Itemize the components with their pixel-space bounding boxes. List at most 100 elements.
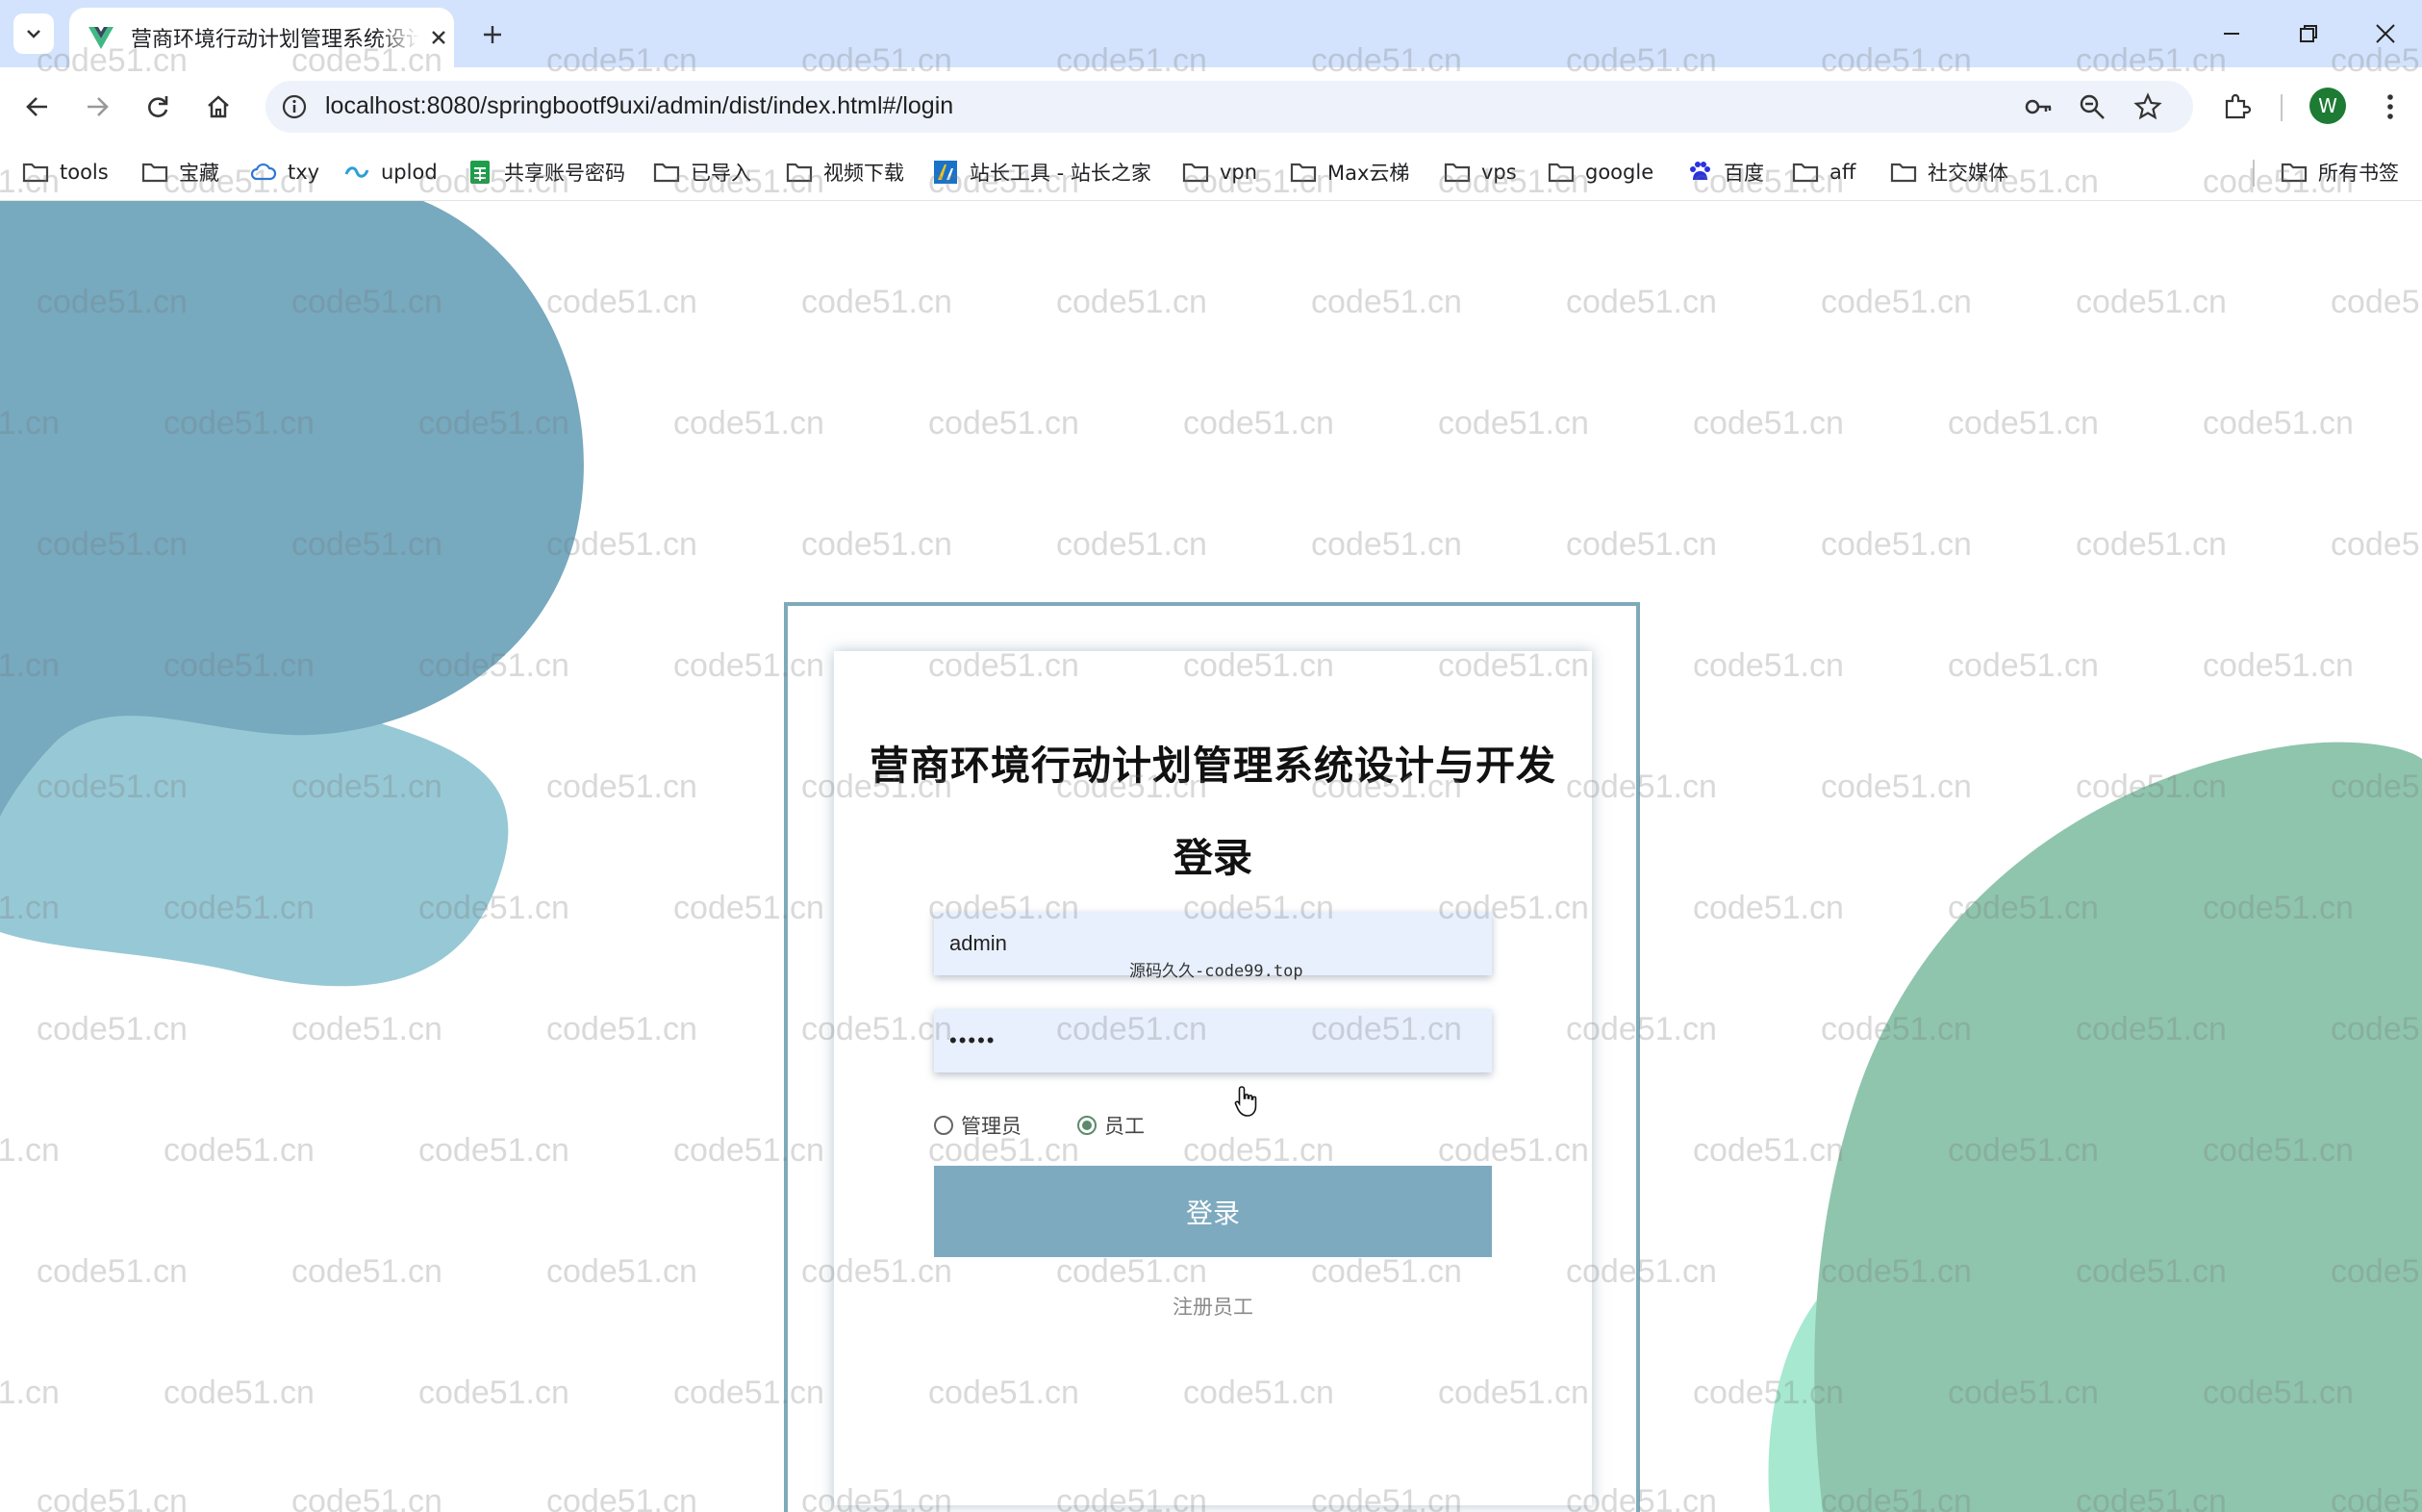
folder-icon <box>1547 158 1576 187</box>
password-input[interactable] <box>934 1009 1492 1072</box>
radio-employee-label[interactable]: 员工 <box>1104 1111 1145 1140</box>
bookmark-label: 社交媒体 <box>1928 162 2008 185</box>
close-window-button[interactable] <box>2357 12 2414 56</box>
key-icon[interactable] <box>2022 90 2055 123</box>
folder-icon <box>1181 158 1210 187</box>
minimize-button[interactable] <box>2203 12 2260 56</box>
bookmark-label: 视频下载 <box>823 162 904 185</box>
site-icon <box>931 158 960 187</box>
folder-icon <box>785 158 814 187</box>
restore-button[interactable] <box>2280 12 2337 56</box>
baidu-icon <box>1685 158 1714 187</box>
arrow-left-icon <box>26 97 47 116</box>
menu-kebab-icon[interactable] <box>2368 85 2412 129</box>
login-page: 营商环境行动计划管理系统设计与开发 登录 源码久久-code99.top 管理员… <box>0 201 2422 1512</box>
close-icon <box>432 31 445 44</box>
folder-icon <box>140 158 169 187</box>
bookmark-max[interactable]: Max云梯 <box>1289 156 1409 189</box>
bookmark-label: uplod <box>381 161 438 184</box>
bookmark-label: google <box>1585 161 1654 184</box>
tab-close-button[interactable] <box>423 22 454 53</box>
plus-icon <box>484 26 501 43</box>
bookmark-baozang[interactable]: 宝藏 <box>140 156 219 189</box>
folder-icon <box>21 158 50 187</box>
arrow-right-icon <box>88 97 109 116</box>
home-button[interactable] <box>196 85 240 129</box>
star-icon[interactable] <box>2132 90 2164 123</box>
folder-icon <box>1443 158 1472 187</box>
bookmark-txy[interactable]: txy <box>249 156 319 189</box>
profile-avatar[interactable]: W <box>2309 88 2346 124</box>
bookmark-label: 共享账号密码 <box>504 162 625 185</box>
radio-admin-label[interactable]: 管理员 <box>961 1111 1022 1140</box>
bookmark-vpn[interactable]: vpn <box>1181 156 1257 189</box>
bookmark-label: tools <box>60 161 109 184</box>
new-tab-button[interactable] <box>473 15 512 54</box>
bookmark-aff[interactable]: aff <box>1791 156 1855 189</box>
login-button[interactable]: 登录 <box>934 1166 1492 1257</box>
radio-dot <box>1082 1121 1092 1130</box>
bookmark-social-media[interactable]: 社交媒体 <box>1889 156 2008 189</box>
login-card: 营商环境行动计划管理系统设计与开发 登录 源码久久-code99.top 管理员… <box>834 651 1592 1505</box>
bookmark-label: 宝藏 <box>179 162 219 185</box>
bookmark-label: 站长工具 - 站长之家 <box>970 162 1151 185</box>
vue-logo-icon <box>88 27 114 49</box>
all-bookmarks-button[interactable]: 所有书签 <box>2280 156 2399 189</box>
tab-title: 营商环境行动计划管理系统设计与开发 <box>131 28 419 52</box>
bookmark-label: Max云梯 <box>1327 162 1410 185</box>
bookmark-label: aff <box>1829 161 1856 184</box>
url-text[interactable]: localhost:8080/springbootf9uxi/admin/dis… <box>325 92 953 120</box>
reload-icon <box>148 96 168 117</box>
site-info-icon[interactable] <box>279 91 310 122</box>
toolbar-divider <box>2281 94 2283 121</box>
register-employee-link[interactable]: 注册员工 <box>834 1292 1592 1321</box>
bookmark-baidu[interactable]: 百度 <box>1685 156 1764 189</box>
radio-employee[interactable] <box>1077 1116 1097 1135</box>
bookmark-shared-accounts[interactable]: 共享账号密码 <box>466 156 625 189</box>
tab-strip: 营商环境行动计划管理系统设计与开发 <box>0 0 2422 67</box>
folder-icon <box>1791 158 1820 187</box>
address-bar[interactable]: localhost:8080/springbootf9uxi/admin/dis… <box>265 81 2193 133</box>
overlay-watermark-text: 源码久久-code99.top <box>1129 962 1303 981</box>
hand-cursor-icon <box>1234 1086 1257 1117</box>
bookmark-google[interactable]: google <box>1547 156 1653 189</box>
bookmark-imported[interactable]: 已导入 <box>652 156 751 189</box>
sheet-icon <box>466 158 494 187</box>
reload-button[interactable] <box>136 85 180 129</box>
link-icon <box>342 158 371 187</box>
radio-admin[interactable] <box>934 1116 953 1135</box>
browser-toolbar: localhost:8080/springbootf9uxi/admin/dis… <box>0 67 2422 146</box>
active-tab[interactable]: 营商环境行动计划管理系统设计与开发 <box>69 8 454 67</box>
tab-search-button[interactable] <box>13 13 54 54</box>
bookmark-label: 已导入 <box>691 162 751 185</box>
bookmark-tools[interactable]: tools <box>21 156 109 189</box>
folder-icon <box>2280 158 2308 187</box>
bookmark-label: txy <box>288 161 320 184</box>
bookmarks-bar: tools 宝藏 txy uplod 共享账号密码 已导入 视频下载 站长工具 … <box>0 146 2422 201</box>
zoom-icon[interactable] <box>2076 90 2108 123</box>
home-icon <box>208 95 229 118</box>
bookmark-video-download[interactable]: 视频下载 <box>785 156 904 189</box>
role-selector: 管理员 员工 <box>934 1109 1145 1142</box>
forward-button[interactable] <box>75 85 119 129</box>
folder-icon <box>1289 158 1318 187</box>
bookmark-label: vps <box>1481 161 1517 184</box>
bookmark-label: 百度 <box>1724 162 1764 185</box>
bookmark-uplod[interactable]: uplod <box>342 156 438 189</box>
folder-icon <box>1889 158 1918 187</box>
folder-icon <box>652 158 681 187</box>
all-bookmarks-label: 所有书签 <box>2318 162 2399 185</box>
minimize-icon <box>2224 33 2239 35</box>
system-title: 营商环境行动计划管理系统设计与开发 <box>870 743 1556 789</box>
back-button[interactable] <box>15 85 60 129</box>
chevron-down-icon <box>27 30 40 38</box>
cloud-icon <box>249 158 278 187</box>
restore-icon <box>2300 25 2317 42</box>
bookmark-webmaster-tools[interactable]: 站长工具 - 站长之家 <box>931 156 1151 189</box>
bookmarks-divider <box>2253 160 2255 187</box>
close-icon <box>2376 24 2395 43</box>
extensions-icon[interactable] <box>2214 85 2258 129</box>
bookmark-label: vpn <box>1220 161 1258 184</box>
login-title: 登录 <box>1173 835 1252 881</box>
bookmark-vps[interactable]: vps <box>1443 156 1517 189</box>
